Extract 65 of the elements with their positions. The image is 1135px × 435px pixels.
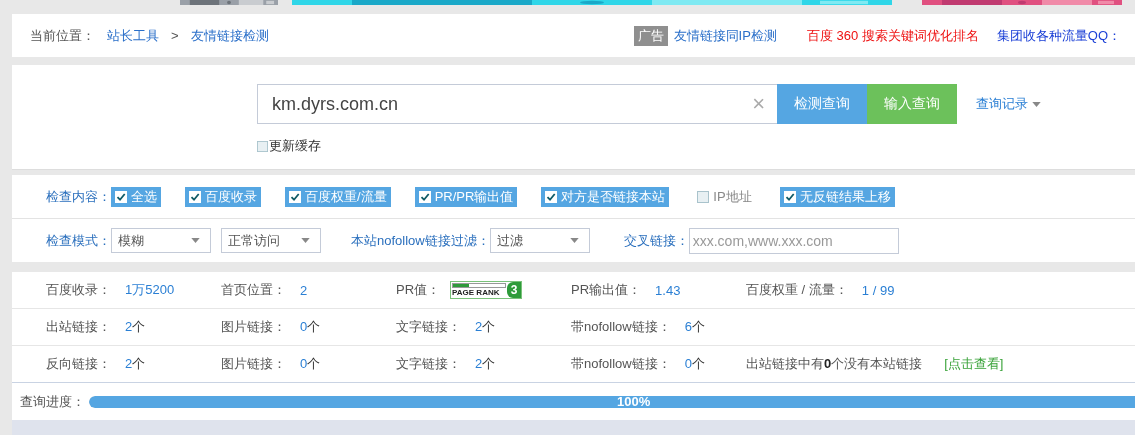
cross-link-field[interactable]: xxx.com,www.xxx.com bbox=[688, 227, 899, 254]
result-value: 0个 bbox=[300, 355, 321, 373]
option-label: 本站nofollow链接过滤： bbox=[351, 231, 490, 250]
ad-link[interactable]: 友情链接同IP检测 bbox=[673, 26, 777, 45]
check-option[interactable]: IP地址 bbox=[693, 186, 756, 207]
result-value: 2个 bbox=[125, 318, 146, 336]
check-option[interactable]: 全选 bbox=[111, 186, 161, 207]
result-label: 图片链接： bbox=[221, 355, 286, 373]
breadcrumb-link[interactable]: 站长工具 bbox=[107, 26, 159, 45]
result-value: 1 / 99 bbox=[861, 282, 895, 298]
check-option[interactable]: 对方是否链接本站 bbox=[541, 186, 670, 207]
check-option[interactable]: PR/PR输出值 bbox=[414, 186, 518, 207]
caret-icon bbox=[569, 238, 579, 243]
result-note: 出站链接中有0个没有本站链接 bbox=[746, 355, 923, 373]
result-label: 图片链接： bbox=[221, 318, 286, 336]
check-button[interactable]: 检测查询 bbox=[777, 84, 867, 124]
caret-icon bbox=[301, 238, 310, 243]
result-value: 2个 bbox=[125, 355, 146, 373]
result-value: 6个 bbox=[684, 318, 705, 336]
result-label: 反向链接： bbox=[46, 355, 111, 373]
result-value: 0个 bbox=[684, 355, 705, 373]
result-value: 1.43 bbox=[655, 282, 681, 298]
mode-select[interactable]: 正常访问 bbox=[221, 228, 321, 253]
result-label: PR输出值： bbox=[571, 281, 642, 299]
result-label: 百度权重 / 流量： bbox=[746, 281, 848, 299]
result-label: 文字链接： bbox=[396, 318, 461, 336]
check-option[interactable]: 无反链结果上移 bbox=[779, 186, 895, 207]
result-value: 2个 bbox=[475, 318, 496, 336]
result-label: 带nofollow链接： bbox=[571, 318, 671, 336]
result-label: PR值： bbox=[396, 281, 441, 299]
pagerank-badge: PAGE RANK 3 bbox=[450, 281, 523, 299]
ad-tag: 广告 bbox=[633, 25, 668, 46]
result-label: 百度收录： bbox=[46, 281, 111, 299]
result-label: 首页位置： bbox=[221, 281, 286, 299]
checkbox[interactable] bbox=[257, 140, 268, 152]
result-label: 带nofollow链接： bbox=[571, 355, 671, 373]
result-label: 出站链接： bbox=[46, 318, 111, 336]
result-value: 1万5200 bbox=[125, 281, 175, 299]
checkbox[interactable] bbox=[697, 190, 710, 203]
ad-link[interactable]: 集团收各种流量QQ： bbox=[996, 26, 1122, 45]
progress-percent: 100% bbox=[617, 395, 651, 408]
breadcrumb-label: 当前位置： bbox=[30, 26, 95, 45]
ad-link[interactable]: 百度 360 搜索关键词优化排名 bbox=[806, 26, 979, 45]
result-label: 文字链接： bbox=[396, 355, 461, 373]
result-value: 2 bbox=[300, 282, 308, 298]
clear-button[interactable]: × bbox=[752, 91, 765, 117]
breadcrumb-link[interactable]: 友情链接检测 bbox=[190, 26, 269, 45]
check-option[interactable]: 百度收录 bbox=[185, 186, 261, 207]
check-option[interactable]: 百度权重/流量 bbox=[285, 186, 391, 207]
option-label: 检查模式： bbox=[46, 231, 111, 250]
input-query-button[interactable]: 输入查询 bbox=[867, 84, 957, 124]
option-label: 检查内容： bbox=[46, 187, 111, 206]
view-link[interactable]: [点击查看] bbox=[944, 355, 1004, 373]
history-link[interactable]: 查询记录 bbox=[976, 95, 1041, 113]
result-value: 2个 bbox=[475, 355, 496, 373]
checkbox-label: 更新缓存 bbox=[269, 137, 321, 155]
mode-select[interactable]: 模糊 bbox=[111, 228, 211, 253]
breadcrumb-separator: > bbox=[171, 28, 179, 43]
caret-icon bbox=[191, 238, 200, 243]
caret-icon bbox=[1032, 101, 1041, 107]
result-value: 0个 bbox=[300, 318, 321, 336]
filter-select[interactable]: 过滤 bbox=[489, 228, 590, 253]
option-label: 交叉链接： bbox=[623, 231, 689, 250]
domain-input[interactable]: km.dyrs.com.cn × bbox=[257, 84, 777, 124]
progress-label: 查询进度： bbox=[20, 392, 85, 411]
